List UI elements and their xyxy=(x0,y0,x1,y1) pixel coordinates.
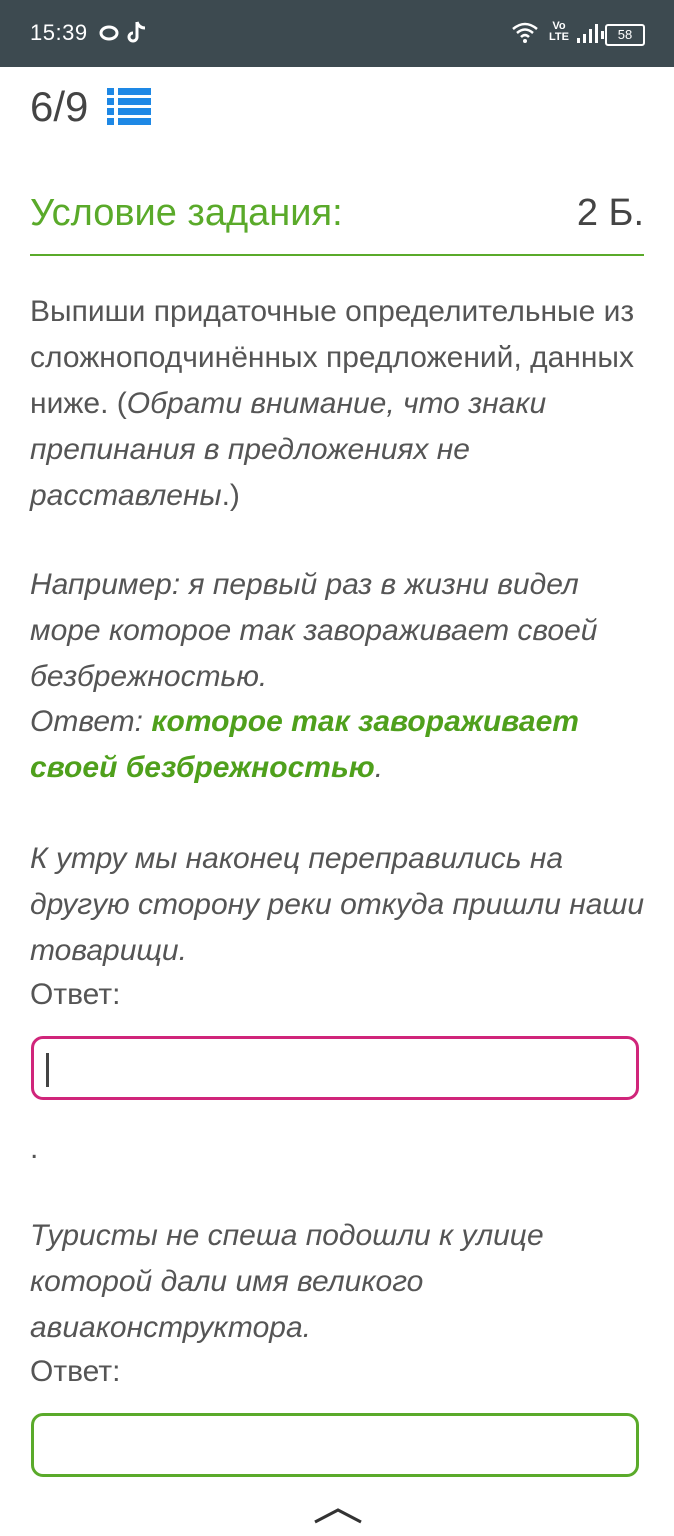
task-instruction: Выпиши придаточные определительные из сл… xyxy=(30,295,635,512)
question-2-answer-label: Ответ: xyxy=(30,1355,121,1388)
question-counter: 6/9 xyxy=(30,83,88,131)
battery-indicator: 58 xyxy=(601,24,645,46)
tiktok-icon xyxy=(126,20,148,51)
task-points: 2 Б. xyxy=(576,192,644,234)
task-header: Условие задания: 2 Б. xyxy=(30,192,644,256)
volte-label: Vo LTE xyxy=(549,20,569,43)
example-answer: Ответ: которое так завораживает своей бе… xyxy=(30,705,579,784)
question-1-answer-input[interactable] xyxy=(31,1036,639,1100)
total-questions: /9 xyxy=(53,83,89,130)
list-icon[interactable] xyxy=(107,88,151,131)
chevron-up-icon[interactable] xyxy=(313,1506,363,1531)
question-1-answer-label: Ответ: xyxy=(30,978,121,1011)
question-2-answer-input[interactable] xyxy=(31,1413,639,1477)
question-2-sentence: Туристы не спеша подошли к улице которой… xyxy=(30,1219,544,1344)
signal-icon xyxy=(576,22,598,49)
current-question: 6 xyxy=(30,83,54,130)
text-caret xyxy=(46,1053,49,1087)
question-1-trailing-dot: . xyxy=(30,1132,39,1165)
status-bar: 15:39 Vo LTE 58 xyxy=(0,0,674,67)
wifi-icon xyxy=(511,20,539,49)
loop-icon xyxy=(98,24,120,47)
question-1-sentence: К утру мы наконец переправились на другу… xyxy=(30,842,645,967)
example-sentence: Например: я первый раз в жизни видел мор… xyxy=(30,568,598,693)
clock: 15:39 xyxy=(30,20,88,45)
task-title: Условие задания: xyxy=(30,192,343,234)
